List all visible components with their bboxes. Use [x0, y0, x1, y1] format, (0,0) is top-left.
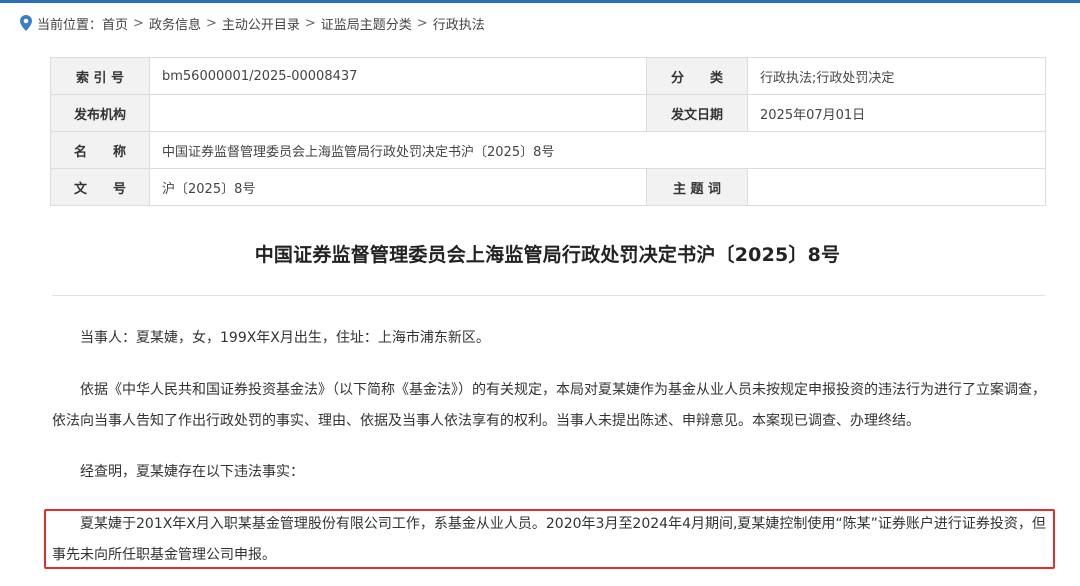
location-pin-icon: [20, 15, 32, 31]
category-value: 行政执法;行政处罚决定: [747, 57, 1046, 95]
breadcrumb-separator: >: [133, 15, 144, 31]
meta-row: 名 称 中国证券监督管理委员会上海监管局行政处罚决定书沪〔2025〕8号: [50, 131, 1046, 169]
subject-words-value: [747, 168, 1046, 206]
index-number-label: 索 引 号: [50, 57, 150, 95]
category-label: 分 类: [646, 57, 748, 95]
party-paragraph: 当事人：夏某婕，女，199X年X月出生，住址：上海市浦东新区。: [80, 330, 490, 346]
publisher-label: 发布机构: [50, 94, 150, 132]
issue-date-label: 发文日期: [646, 94, 748, 132]
issue-date-value: 2025年07月01日: [747, 94, 1046, 132]
meta-row: 索 引 号 bm56000001/2025-00008437 分 类 行政执法;…: [50, 57, 1046, 95]
doc-name-value: 中国证券监督管理委员会上海监管局行政处罚决定书沪〔2025〕8号: [149, 131, 1046, 169]
meta-row: 发布机构 发文日期 2025年07月01日: [50, 94, 1046, 132]
doc-number-label: 文 号: [50, 168, 150, 206]
breadcrumb-link-topic-category[interactable]: 证监局主题分类: [321, 14, 412, 33]
subject-words-label: 主 题 词: [646, 168, 748, 206]
document-title: 中国证券监督管理委员会上海监管局行政处罚决定书沪〔2025〕8号: [254, 244, 841, 266]
breadcrumb-separator: >: [205, 15, 217, 31]
breadcrumb-link-gov-info[interactable]: 政务信息: [149, 14, 201, 33]
breadcrumb-prefix: 当前位置：: [37, 17, 103, 33]
document-metadata-table: 索 引 号 bm56000001/2025-00008437 分 类 行政执法;…: [50, 57, 1046, 206]
breadcrumb-separator: >: [304, 15, 316, 31]
publisher-value: [149, 94, 647, 132]
meta-row: 文 号 沪〔2025〕8号 主 题 词: [50, 168, 1046, 206]
breadcrumb-separator: >: [416, 15, 428, 31]
index-number-value: bm56000001/2025-00008437: [149, 57, 647, 95]
breadcrumb-link-public-catalog[interactable]: 主动公开目录: [222, 14, 300, 33]
title-divider: [52, 295, 1045, 296]
doc-name-label: 名 称: [50, 131, 150, 169]
findings-intro-paragraph: 经查明，夏某婕存在以下违法事实：: [80, 464, 304, 480]
top-accent-line: [0, 0, 1080, 3]
basis-paragraph: 依据《中华人民共和国证券投资基金法》（以下简称《基金法》）的有关规定，本局对夏某…: [52, 382, 1046, 429]
breadcrumb: 当前位置： 首页 > 政务信息 > 主动公开目录 > 证监局主题分类 > 行政执…: [20, 12, 485, 34]
breadcrumb-link-home[interactable]: 首页: [102, 14, 128, 33]
violation-facts-paragraph: 夏某婕于201X年X月入职某基金管理股份有限公司工作，系基金从业人员。2020年…: [52, 516, 1046, 563]
doc-number-value: 沪〔2025〕8号: [149, 168, 647, 206]
breadcrumb-link-enforcement[interactable]: 行政执法: [433, 14, 485, 33]
